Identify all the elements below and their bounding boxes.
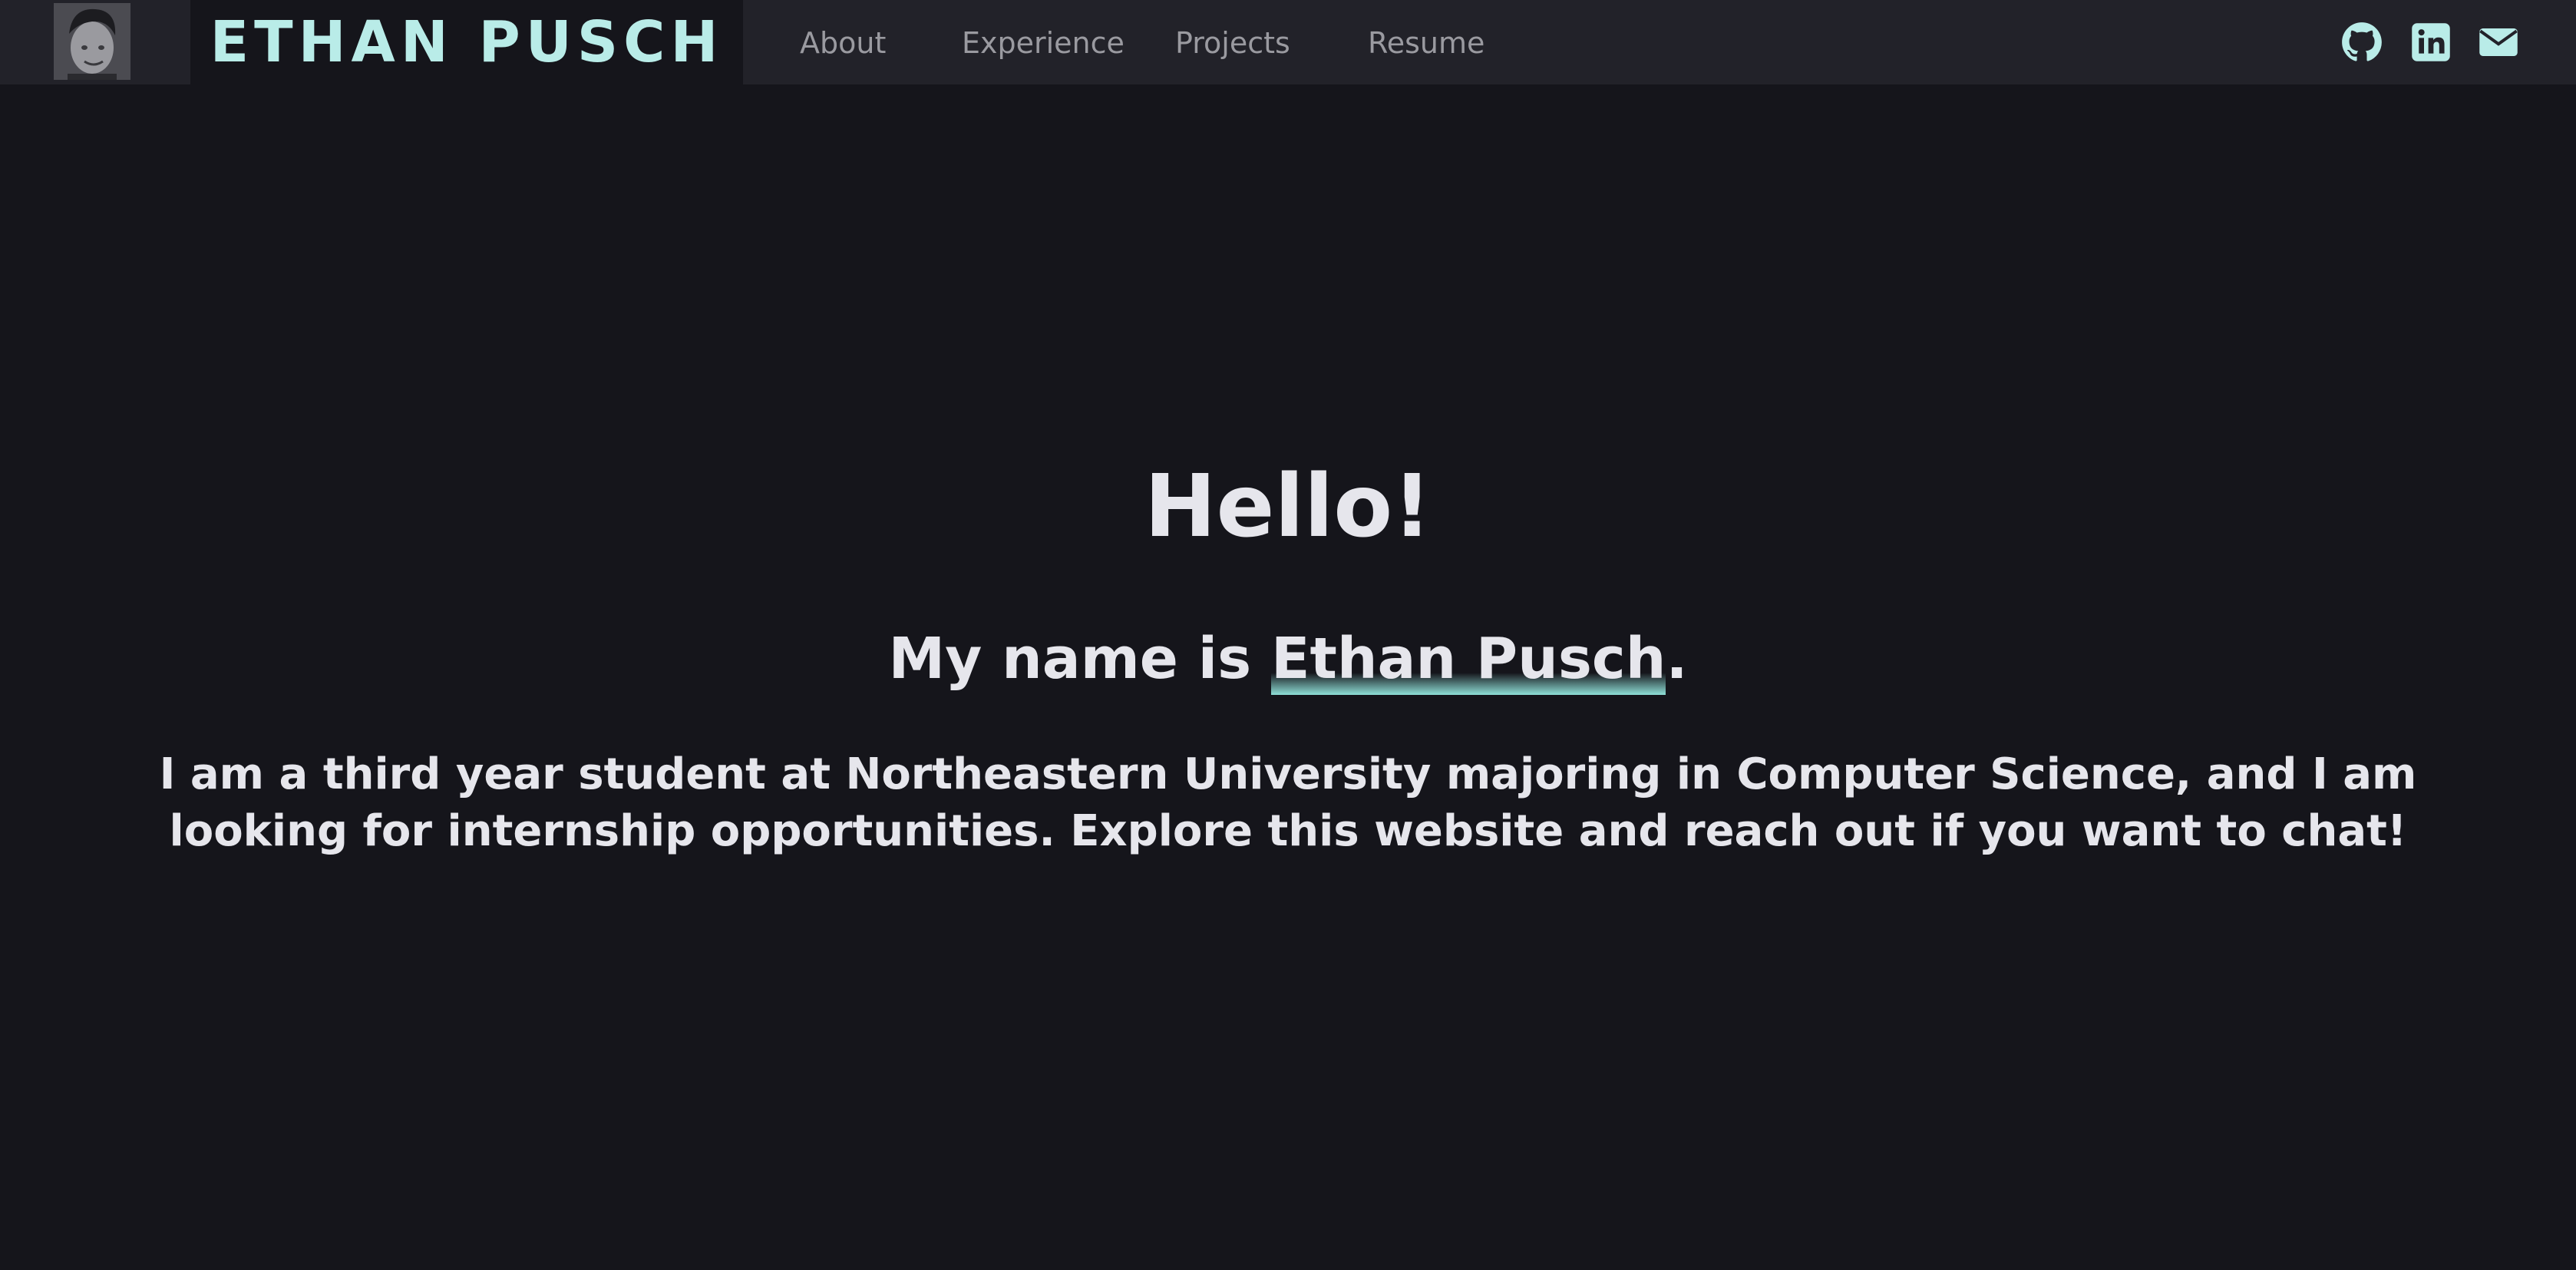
hero-intro: My name is Ethan Pusch.	[0, 620, 2576, 697]
linkedin-icon[interactable]	[2410, 21, 2452, 63]
avatar-photo	[54, 3, 130, 80]
brand-box: ETHAN PUSCH	[190, 0, 743, 84]
hero-bio: I am a third year student at Northeaster…	[0, 746, 2576, 860]
nav-link-projects[interactable]: Projects	[1175, 0, 1290, 84]
highlighted-name: Ethan Pusch	[1270, 626, 1666, 695]
hero-greeting: Hello!	[1144, 457, 1432, 557]
avatar[interactable]	[54, 3, 130, 80]
top-navbar: ETHAN PUSCH About Experience Projects Re…	[0, 0, 2576, 84]
nav-link-about[interactable]: About	[800, 0, 886, 84]
github-icon[interactable]	[2341, 21, 2383, 63]
nav-link-resume[interactable]: Resume	[1368, 0, 1485, 84]
intro-suffix: .	[1666, 626, 1688, 692]
nav-link-experience[interactable]: Experience	[962, 0, 1125, 84]
bio-line-1: I am a third year student at Northeaster…	[159, 749, 2417, 799]
bio-line-2: looking for internship opportunities. Ex…	[169, 806, 2407, 856]
intro-prefix: My name is	[888, 626, 1271, 692]
email-icon[interactable]	[2478, 21, 2519, 63]
brand-name[interactable]: ETHAN PUSCH	[190, 0, 743, 84]
